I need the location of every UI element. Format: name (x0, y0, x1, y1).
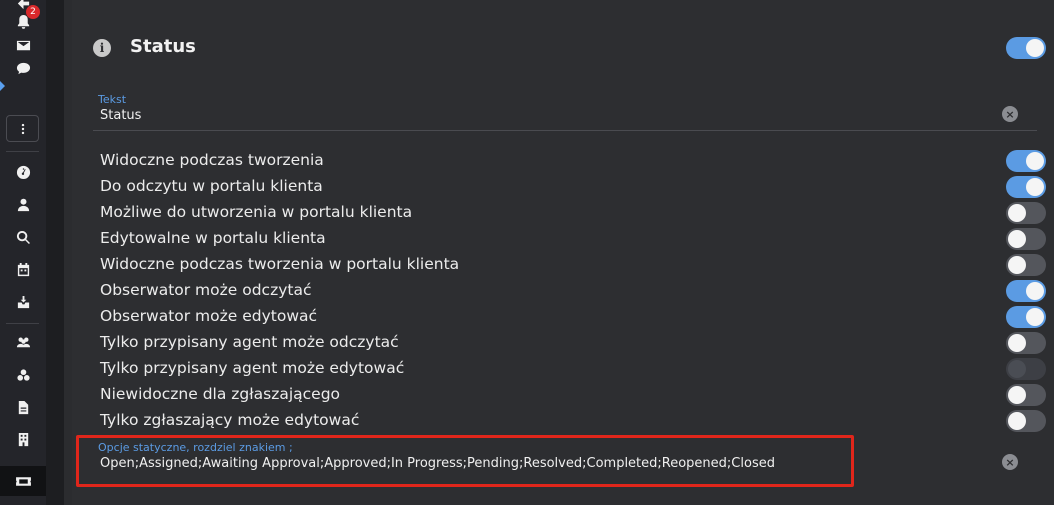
text-field[interactable]: Tekst Status × (93, 92, 1037, 132)
ticket-icon (15, 476, 31, 486)
text-field-value[interactable]: Status (100, 108, 141, 123)
option-toggle[interactable] (1006, 306, 1046, 328)
option-label: Edytowalne w portalu klienta (100, 229, 326, 247)
sidebar-separator (6, 323, 39, 324)
clear-icon[interactable]: × (1002, 106, 1018, 122)
option-toggle[interactable] (1006, 254, 1046, 276)
more-menu-button[interactable] (6, 115, 39, 142)
calendar-icon[interactable] (12, 258, 34, 280)
option-label: Możliwe do utworzenia w portalu klienta (100, 203, 413, 221)
option-toggle[interactable] (1006, 228, 1046, 250)
search-icon[interactable] (12, 226, 34, 248)
option-label: Obserwator może edytować (100, 307, 318, 325)
mail-icon[interactable] (12, 34, 34, 56)
option-toggle[interactable] (1006, 384, 1046, 406)
option-toggle[interactable] (1006, 202, 1046, 224)
option-label: Tylko przypisany agent może edytować (100, 359, 405, 377)
sidebar-item-tickets[interactable] (0, 466, 46, 496)
text-field-label: Tekst (98, 93, 127, 106)
option-label: Niewidoczne dla zgłaszającego (100, 385, 341, 403)
option-label: Tylko przypisany agent może odczytać (100, 333, 399, 351)
speedometer-icon[interactable] (12, 160, 34, 182)
more-vertical-icon (21, 123, 24, 134)
field-enabled-toggle[interactable] (1006, 37, 1046, 59)
sidebar-divider (46, 0, 64, 505)
sidebar: 2 (0, 0, 64, 505)
option-label: Widoczne podczas tworzenia (100, 151, 324, 169)
option-toggle[interactable] (1006, 150, 1046, 172)
option-toggle[interactable] (1006, 280, 1046, 302)
chat-icon[interactable] (12, 57, 34, 79)
field-settings-panel (72, 0, 1054, 505)
option-toggle[interactable] (1006, 332, 1046, 354)
option-label: Obserwator może odczytać (100, 281, 312, 299)
option-toggle[interactable] (1006, 176, 1046, 198)
option-toggle-disabled[interactable] (1006, 358, 1046, 380)
clear-icon[interactable]: × (1002, 454, 1018, 470)
sidebar-separator (6, 151, 39, 152)
option-label: Do odczytu w portalu klienta (100, 177, 323, 195)
option-label: Tylko zgłaszający może edytować (100, 411, 360, 429)
text-field-underline (93, 130, 1037, 131)
user-icon[interactable] (12, 193, 34, 215)
inbox-icon[interactable] (12, 291, 34, 313)
notification-badge: 2 (26, 5, 40, 19)
document-icon[interactable] (12, 396, 34, 418)
option-label: Widoczne podczas tworzenia w portalu kli… (100, 255, 460, 273)
building-icon[interactable] (12, 428, 34, 450)
info-icon: i (93, 39, 111, 57)
users-icon[interactable] (12, 331, 34, 353)
field-title: Status (130, 36, 196, 57)
option-toggle[interactable] (1006, 410, 1046, 432)
groups-icon[interactable] (12, 364, 34, 386)
sidebar-indicator (0, 81, 5, 91)
highlight-box (76, 435, 854, 487)
